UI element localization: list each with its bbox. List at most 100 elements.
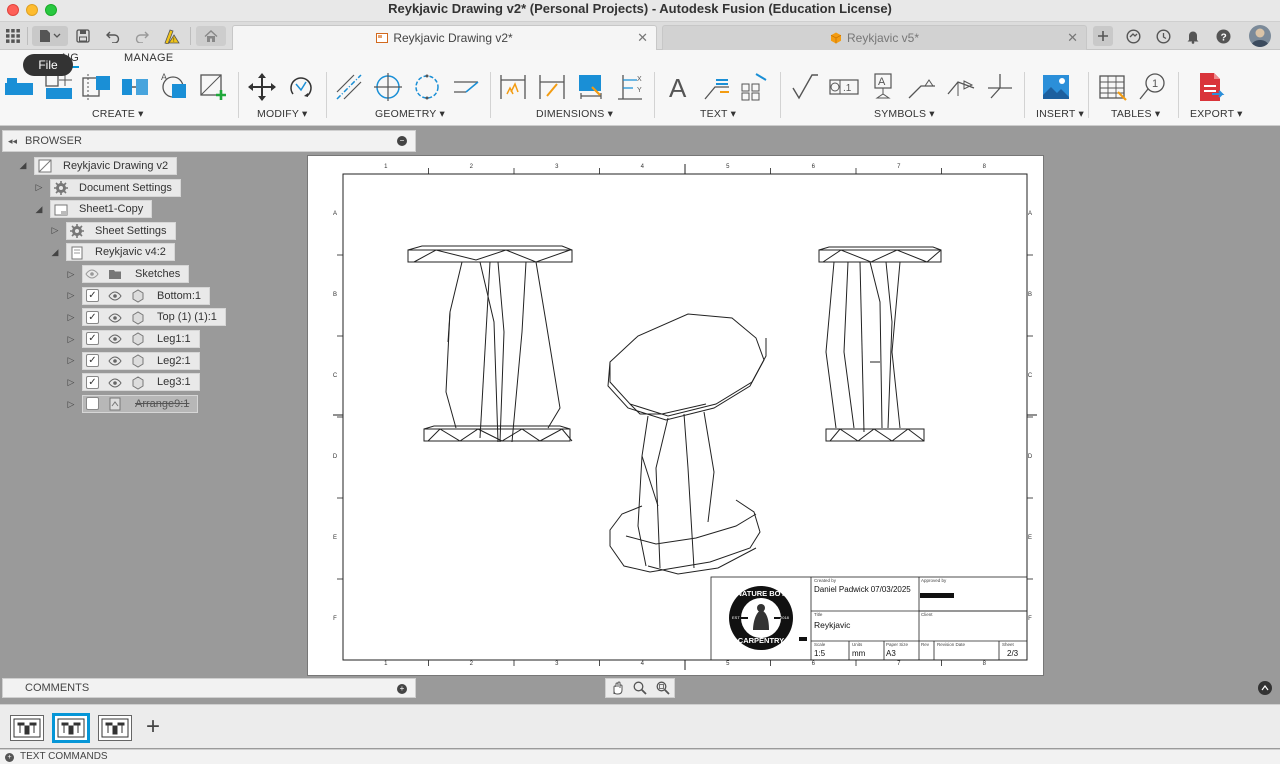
- expand-arrow-icon[interactable]: ◢: [50, 247, 60, 257]
- section-view-icon[interactable]: [82, 72, 112, 102]
- add-comment-icon[interactable]: +: [397, 684, 407, 694]
- text-group-label[interactable]: TEXT ▾: [700, 108, 736, 120]
- notifications-bell-icon[interactable]: [1183, 26, 1203, 46]
- base-view-icon[interactable]: [4, 72, 34, 102]
- dimensions-group-label[interactable]: DIMENSIONS ▾: [536, 108, 613, 120]
- eye-icon[interactable]: [108, 289, 122, 303]
- help-icon[interactable]: ?: [1213, 26, 1233, 46]
- sheet-thumbnail-3[interactable]: [98, 715, 132, 741]
- center-mark-pattern-icon[interactable]: [412, 72, 442, 102]
- tree-item-document-settings[interactable]: Document Settings: [50, 179, 181, 197]
- home-icon[interactable]: [196, 26, 226, 46]
- browser-panel-header[interactable]: ◂◂ BROWSER −: [2, 130, 416, 152]
- pan-hand-icon[interactable]: [610, 681, 624, 695]
- visibility-checkbox[interactable]: ✓: [86, 289, 99, 302]
- expand-text-commands-icon[interactable]: +: [5, 753, 14, 762]
- sheet-thumbnail-1[interactable]: [10, 715, 44, 741]
- expand-arrow-icon[interactable]: ▷: [66, 312, 76, 322]
- expand-arrow-icon[interactable]: ▷: [66, 399, 76, 409]
- visibility-checkbox[interactable]: ✓: [86, 332, 99, 345]
- visibility-checkbox[interactable]: [86, 397, 99, 410]
- balloon-icon[interactable]: 1: [1138, 72, 1168, 102]
- expand-arrow-icon[interactable]: ▷: [66, 355, 76, 365]
- dimension-icon[interactable]: [498, 72, 528, 102]
- file-menu-icon[interactable]: [32, 26, 68, 46]
- expand-arrow-icon[interactable]: ◢: [34, 204, 44, 214]
- add-sheet-button[interactable]: +: [146, 715, 160, 739]
- tables-group-label[interactable]: TABLES ▾: [1111, 108, 1160, 120]
- insert-image-icon[interactable]: [1041, 72, 1071, 102]
- insert-group-label[interactable]: INSERT ▾: [1036, 108, 1084, 120]
- zoom-window-icon[interactable]: [656, 681, 670, 695]
- save-icon[interactable]: [73, 26, 93, 46]
- collapse-panel-icon[interactable]: ◂◂: [8, 136, 17, 147]
- export-pdf-icon[interactable]: [1196, 72, 1226, 102]
- extensions-icon[interactable]: [1123, 26, 1143, 46]
- tab-manage[interactable]: MANAGE: [124, 52, 173, 64]
- modify-group-label[interactable]: MODIFY ▾: [257, 108, 307, 120]
- redo-icon[interactable]: [132, 26, 152, 46]
- new-tab-icon[interactable]: [1093, 26, 1113, 46]
- eye-icon[interactable]: [108, 376, 122, 390]
- baseline-dimension-icon[interactable]: XY: [615, 72, 645, 102]
- geometry-group-label[interactable]: GEOMETRY ▾: [375, 108, 445, 120]
- close-tab-icon[interactable]: ✕: [637, 30, 648, 46]
- job-status-icon[interactable]: [1153, 26, 1173, 46]
- expand-arrow-icon[interactable]: ▷: [66, 334, 76, 344]
- visibility-checkbox[interactable]: ✓: [86, 354, 99, 367]
- visibility-checkbox[interactable]: ✓: [86, 311, 99, 324]
- surface-texture-icon[interactable]: [790, 72, 820, 102]
- note-icon[interactable]: [740, 72, 770, 102]
- user-avatar[interactable]: [1249, 25, 1271, 47]
- datum-identifier-icon[interactable]: A: [868, 72, 898, 102]
- center-mark-icon[interactable]: [373, 72, 403, 102]
- create-group-label[interactable]: CREATE ▾: [92, 108, 144, 120]
- feedback-icon[interactable]: [1258, 681, 1272, 695]
- center-of-gravity-icon[interactable]: [985, 72, 1015, 102]
- eye-icon[interactable]: [108, 354, 122, 368]
- leader-icon[interactable]: [702, 72, 732, 102]
- projected-view-icon[interactable]: [44, 72, 74, 102]
- tree-item-body[interactable]: Bottom:1: [82, 287, 211, 305]
- zoom-icon[interactable]: [633, 681, 647, 695]
- expand-arrow-icon[interactable]: ▷: [34, 182, 44, 192]
- tree-item-arrange[interactable]: Arrange9:1: [82, 395, 199, 413]
- expand-arrow-icon[interactable]: ▷: [50, 225, 60, 235]
- taper-slope-icon[interactable]: [946, 72, 976, 102]
- move-icon[interactable]: [247, 72, 277, 102]
- visibility-checkbox[interactable]: ✓: [86, 376, 99, 389]
- auto-dimension-icon[interactable]: [576, 72, 606, 102]
- expand-arrow-icon[interactable]: ◢: [18, 160, 28, 170]
- break-view-icon[interactable]: A: [160, 72, 190, 102]
- expand-arrow-icon[interactable]: ▷: [66, 290, 76, 300]
- detail-view-icon[interactable]: [120, 72, 150, 102]
- eye-icon[interactable]: [108, 311, 122, 325]
- text-commands-bar[interactable]: + TEXT COMMANDS: [0, 749, 1280, 764]
- tab-reykjavic-drawing[interactable]: Reykjavic Drawing v2* ✕: [232, 25, 657, 50]
- tab-reykjavic-model[interactable]: Reykjavic v5* ✕: [662, 25, 1087, 50]
- comments-panel-header[interactable]: COMMENTS +: [2, 678, 416, 698]
- table-icon[interactable]: [1098, 72, 1128, 102]
- expand-arrow-icon[interactable]: ▷: [66, 269, 76, 279]
- tree-item-drawing[interactable]: Reykjavic Drawing v2: [34, 157, 178, 175]
- feature-control-frame-icon[interactable]: .1: [829, 72, 859, 102]
- drawing-sheet[interactable]: 1 2 3 4 5 6 7 8 1 2 3 4 5 6 7 8 A B C D E F A B C D E F NATURE B…: [307, 155, 1044, 676]
- sheet-thumbnail-2[interactable]: [52, 713, 90, 743]
- export-group-label[interactable]: EXPORT ▾: [1190, 108, 1243, 120]
- app-grid-icon[interactable]: [3, 26, 23, 46]
- tree-item-body[interactable]: Top (1) (1):1: [82, 308, 226, 326]
- undo-icon[interactable]: [103, 26, 123, 46]
- eye-icon[interactable]: [108, 332, 122, 346]
- edge-extension-icon[interactable]: [451, 72, 481, 102]
- symbols-group-label[interactable]: SYMBOLS ▾: [874, 108, 935, 120]
- close-tab-icon[interactable]: ✕: [1067, 30, 1078, 46]
- welding-symbol-icon[interactable]: [907, 72, 937, 102]
- sketch-create-icon[interactable]: [198, 72, 228, 102]
- warning-pencil-icon[interactable]: !: [162, 26, 182, 46]
- expand-arrow-icon[interactable]: ▷: [66, 377, 76, 387]
- rotate-icon[interactable]: [286, 72, 316, 102]
- text-tool-icon[interactable]: A: [664, 72, 694, 102]
- ordinate-dimension-icon[interactable]: [537, 72, 567, 102]
- panel-options-icon[interactable]: −: [397, 136, 407, 146]
- hidden-eye-icon[interactable]: [85, 267, 99, 281]
